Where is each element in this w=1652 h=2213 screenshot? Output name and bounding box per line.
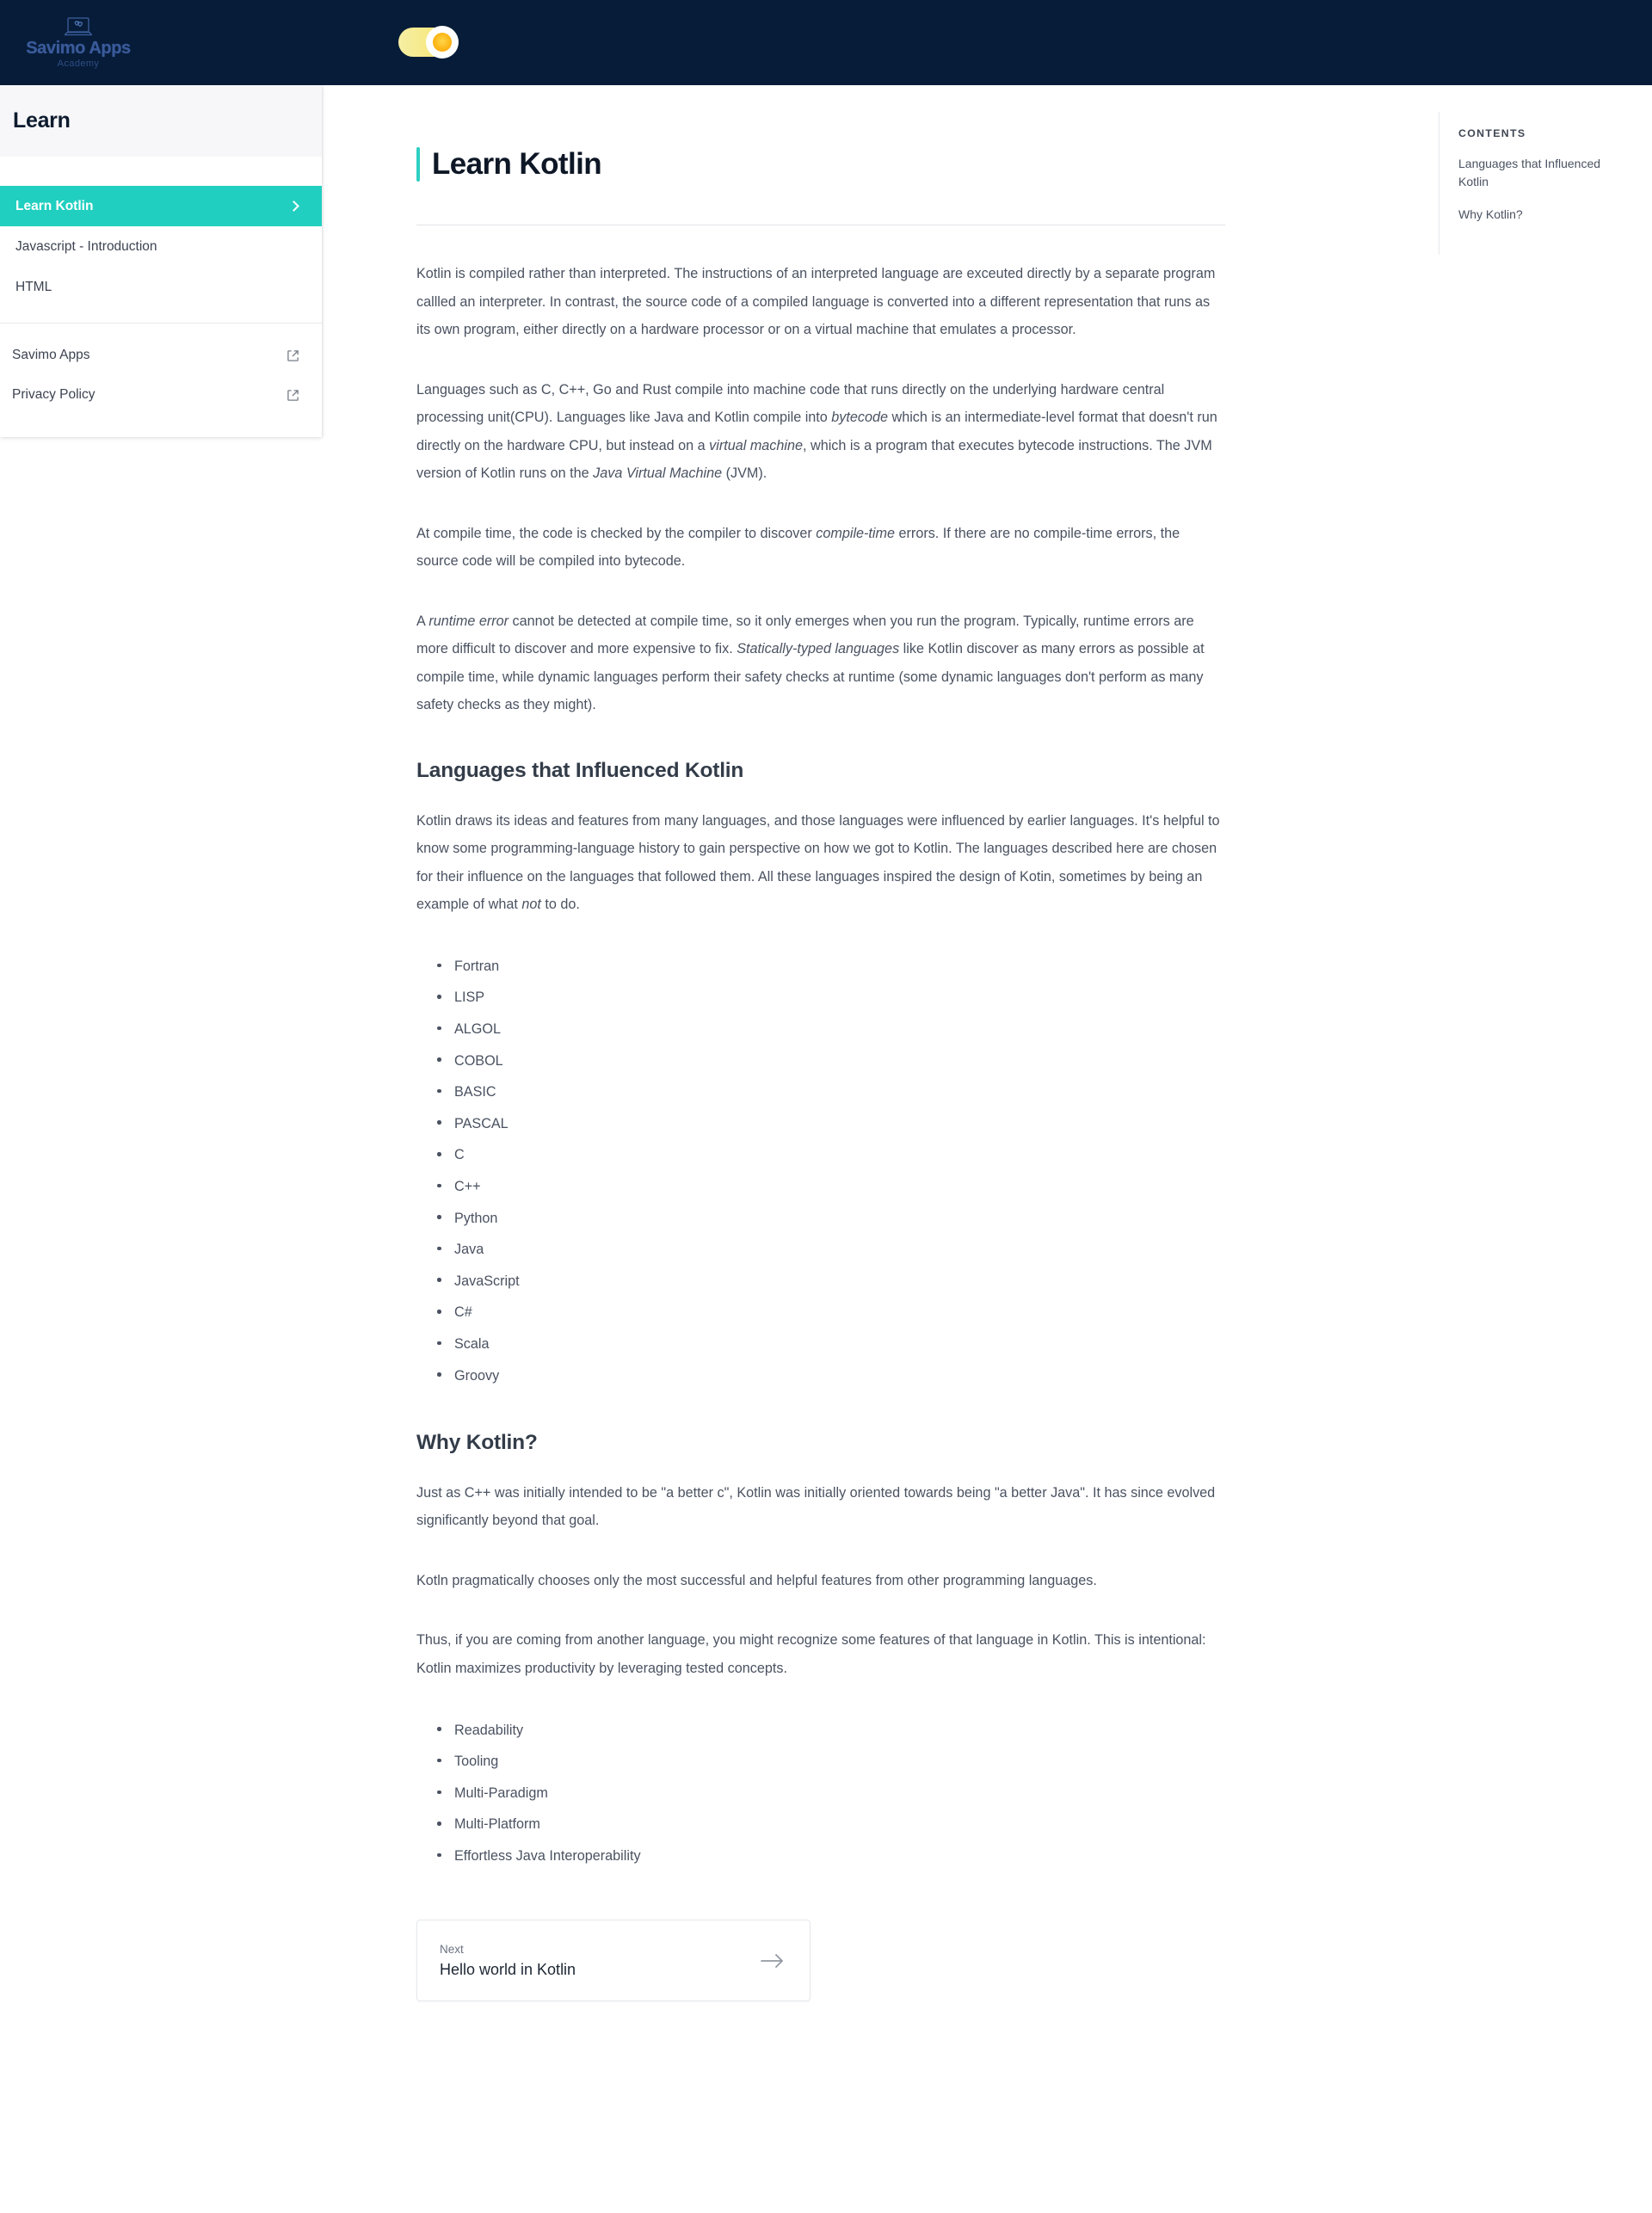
external-link-icon — [287, 389, 299, 401]
sidebar-item-html[interactable]: HTML — [0, 267, 322, 307]
list-item: LISP — [435, 982, 1225, 1014]
contents-link-why-kotlin[interactable]: Why Kotlin? — [1458, 206, 1611, 224]
contents-heading: CONTENTS — [1458, 127, 1526, 139]
list-item: Multi-Paradigm — [435, 1778, 1225, 1809]
next-card-label: Next — [440, 1942, 464, 1956]
list-item: BASIC — [435, 1076, 1225, 1108]
chevron-right-icon — [288, 200, 299, 212]
paragraph-productivity: Thus, if you are coming from another lan… — [416, 1632, 1206, 1676]
sidebar-link-savimo-apps[interactable]: Savimo Apps — [0, 336, 322, 375]
theme-toggle-switch[interactable] — [398, 26, 459, 59]
emphasis-not: not — [521, 897, 541, 912]
contents-rail: CONTENTS Languages that Influenced Kotli… — [1439, 112, 1611, 255]
sidebar-item-label: Learn Kotlin — [15, 198, 94, 213]
theme-toggle-knob — [426, 26, 459, 59]
emphasis-bytecode: bytecode — [831, 410, 888, 425]
paragraph-runtime-error: A runtime error cannot be detected at co… — [416, 607, 1225, 719]
next-card-title: Hello world in Kotlin — [440, 1960, 576, 1978]
paragraph-influences: Kotlin draws its ideas and features from… — [416, 807, 1225, 919]
list-item: Readability — [435, 1714, 1225, 1746]
list-item: Effortless Java Interoperability — [435, 1840, 1225, 1872]
top-header-bar: Savimo Apps Academy — [0, 0, 1652, 85]
sidebar-heading: Learn — [13, 108, 71, 133]
list-item: Scala — [435, 1328, 1225, 1360]
list-item: Groovy — [435, 1359, 1225, 1391]
list-item: C — [435, 1139, 1225, 1171]
paragraph-intro: Kotlin is compiled rather than interpret… — [416, 260, 1225, 344]
paragraph-compile-time: At compile time, the code is checked by … — [416, 520, 1225, 576]
emphasis-java-virtual-machine: Java Virtual Machine — [593, 465, 723, 481]
list-item: JavaScript — [435, 1265, 1225, 1297]
contents-link-languages-influenced[interactable]: Languages that Influenced Kotlin — [1458, 155, 1611, 190]
list-item: COBOL — [435, 1045, 1225, 1076]
list-item: Multi-Platform — [435, 1809, 1225, 1840]
sidebar-link-privacy-policy[interactable]: Privacy Policy — [0, 375, 322, 415]
paragraph-text: Kotlin is compiled rather than interpret… — [416, 266, 1216, 337]
sidebar-header: Learn — [0, 85, 322, 157]
languages-list: Fortran LISP ALGOL COBOL BASIC PASCAL C … — [416, 951, 1225, 1391]
left-sidebar: Learn Learn Kotlin Javascript - Introduc… — [0, 85, 322, 437]
sidebar-link-label: Savimo Apps — [12, 348, 90, 362]
sidebar-item-label: HTML — [15, 279, 52, 294]
sidebar-item-label: Javascript - Introduction — [15, 238, 157, 254]
features-list: Readability Tooling Multi-Paradigm Multi… — [416, 1714, 1225, 1871]
next-card-text: Next Hello world in Kotlin — [440, 1941, 576, 1981]
emphasis-statically-typed-languages: Statically-typed languages — [737, 641, 900, 657]
paragraph-text: (JVM). — [722, 465, 767, 481]
paragraph-compilation: Languages such as C, C++, Go and Rust co… — [416, 376, 1225, 488]
emphasis-runtime-error: runtime error — [428, 613, 509, 629]
list-item: PASCAL — [435, 1107, 1225, 1139]
sidebar-nav: Learn Kotlin Javascript - Introduction H… — [0, 157, 322, 307]
list-item: Python — [435, 1202, 1225, 1234]
section-heading-languages-influenced: Languages that Influenced Kotlin — [416, 758, 744, 782]
section-heading-why-kotlin: Why Kotlin? — [416, 1430, 538, 1454]
external-link-icon — [287, 349, 299, 361]
list-item: C# — [435, 1297, 1225, 1328]
laptop-hearts-icon — [64, 17, 93, 36]
arrow-right-icon — [761, 1953, 783, 1968]
brand-subtitle: Academy — [57, 59, 100, 69]
emphasis-virtual-machine: virtual machine — [709, 437, 804, 453]
sun-icon — [433, 33, 452, 52]
list-item: ALGOL — [435, 1014, 1225, 1045]
sidebar-item-learn-kotlin[interactable]: Learn Kotlin — [0, 186, 322, 226]
page-title-row: Learn Kotlin — [416, 147, 1225, 182]
list-item: C++ — [435, 1171, 1225, 1203]
page-title: Learn Kotlin — [432, 147, 602, 181]
sidebar-link-label: Privacy Policy — [12, 387, 96, 402]
emphasis-compile-time: compile-time — [816, 525, 896, 541]
list-item: Java — [435, 1234, 1225, 1266]
sidebar-item-javascript-introduction[interactable]: Javascript - Introduction — [0, 226, 322, 267]
list-item: Fortran — [435, 951, 1225, 983]
main-content: Learn Kotlin Kotlin is compiled rather t… — [322, 85, 1652, 2096]
paragraph-text: At compile time, the code is checked by … — [416, 525, 817, 541]
article-body: Learn Kotlin Kotlin is compiled rather t… — [416, 85, 1225, 2096]
brand-logo[interactable]: Savimo Apps Academy — [22, 16, 134, 69]
sidebar-external-links: Savimo Apps Privacy Policy — [0, 324, 322, 437]
paragraph-text: A — [416, 613, 429, 629]
paragraph-pragmatic: Kotln pragmatically chooses only the mos… — [416, 1572, 1097, 1588]
brand-title: Savimo Apps — [26, 39, 131, 58]
paragraph-text: to do. — [540, 897, 580, 912]
list-item: Tooling — [435, 1746, 1225, 1778]
next-page-card[interactable]: Next Hello world in Kotlin — [416, 1920, 811, 2002]
title-accent-bar — [416, 147, 420, 182]
paragraph-better-java: Just as C++ was initially intended to be… — [416, 1484, 1216, 1529]
